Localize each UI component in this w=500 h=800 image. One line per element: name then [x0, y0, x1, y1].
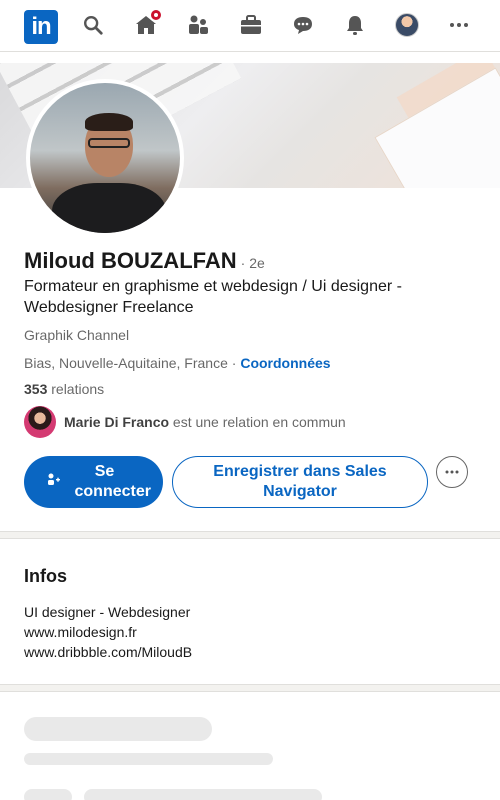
loading-skeleton-bar — [84, 789, 322, 800]
contact-info-link[interactable]: Coordonnées — [240, 355, 330, 371]
more-actions-button[interactable] — [436, 456, 468, 488]
profile-company: Graphik Channel — [24, 327, 130, 343]
profile-name-row: Miloud BOUZALFAN · 2e — [24, 248, 265, 274]
photo-body-shape — [52, 183, 166, 233]
profile-name: Miloud BOUZALFAN — [24, 248, 237, 273]
loading-skeleton-bar — [24, 753, 273, 765]
section-divider — [0, 531, 500, 539]
more-horizontal-icon — [445, 470, 459, 474]
mutual-connection-name[interactable]: Marie Di Franco — [64, 414, 169, 430]
about-line: www.milodesign.fr — [24, 624, 137, 640]
connect-button-label: Se connecter — [74, 463, 151, 500]
about-line: www.dribbble.com/MiloudB — [24, 644, 193, 660]
section-divider — [0, 684, 500, 692]
notifications-icon[interactable] — [340, 10, 370, 40]
linkedin-logo[interactable]: in — [24, 10, 58, 44]
profile-location-row: Bias, Nouvelle-Aquitaine, France · Coord… — [24, 355, 331, 371]
avatar — [395, 13, 419, 37]
save-to-sales-navigator-button[interactable]: Enregistrer dans Sales Navigator — [172, 456, 428, 508]
mutual-connection-avatar — [24, 406, 56, 438]
me-avatar[interactable] — [392, 10, 422, 40]
notification-badge — [149, 8, 163, 22]
more-icon[interactable] — [444, 10, 474, 40]
home-icon[interactable] — [131, 8, 163, 40]
mutual-connection-row[interactable]: Marie Di Franco est une relation en comm… — [24, 406, 346, 438]
my-network-icon[interactable] — [183, 10, 213, 40]
connections-count-row[interactable]: 353 relations — [24, 381, 104, 397]
messaging-icon[interactable] — [288, 10, 318, 40]
jobs-icon[interactable] — [236, 10, 266, 40]
loading-skeleton-bar — [24, 789, 72, 800]
profile-headline: Formateur en graphisme et webdesign / Ui… — [24, 278, 402, 316]
connections-label: relations — [47, 381, 105, 397]
profile-photo[interactable] — [26, 79, 184, 237]
connect-button[interactable]: Se connecter — [24, 456, 163, 508]
mutual-connection-suffix: est une relation en commun — [169, 414, 346, 430]
top-navigation-bar: in — [0, 0, 500, 52]
search-icon[interactable] — [78, 10, 108, 40]
connections-count: 353 — [24, 381, 48, 397]
photo-hair-shape — [85, 113, 133, 131]
about-section-title: Infos — [24, 566, 67, 586]
add-person-icon — [45, 471, 61, 493]
photo-glasses-shape — [88, 138, 130, 148]
loading-skeleton-bar — [24, 717, 212, 741]
about-line: UI designer - Webdesigner — [24, 604, 191, 620]
connection-degree: · 2e — [240, 255, 265, 271]
mutual-connection-text: Marie Di Franco est une relation en comm… — [64, 414, 346, 430]
profile-location: Bias, Nouvelle-Aquitaine, France · — [24, 355, 241, 371]
about-section-text: UI designer - Webdesigner www.milodesign… — [24, 602, 192, 662]
